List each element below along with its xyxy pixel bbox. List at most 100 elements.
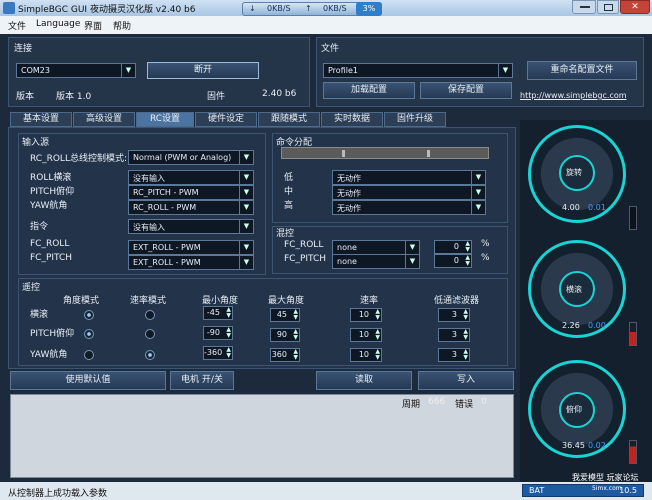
max-angle-spin[interactable]: 360 ▲ ▼ bbox=[270, 348, 300, 362]
maximize-button[interactable] bbox=[597, 0, 619, 14]
menu-file[interactable]: 文件 bbox=[8, 19, 26, 32]
col-lpf: 低通滤波器 bbox=[434, 296, 480, 306]
mix-fc-pitch-select[interactable]: none ▼ bbox=[332, 254, 420, 269]
chevron-down-icon: ▼ bbox=[239, 256, 253, 269]
max-angle-spin[interactable]: 45 ▲ ▼ bbox=[270, 308, 300, 322]
rc-mode-label: RC_ROLL总线控制模式: bbox=[30, 154, 127, 164]
menu-bar: 文件 Language 界面 帮助 bbox=[0, 16, 652, 34]
rate-mode-radio[interactable] bbox=[145, 350, 155, 360]
menu-language[interactable]: Language bbox=[36, 19, 80, 29]
net-percent: 3% bbox=[356, 2, 382, 16]
min-angle-spin[interactable]: -90 ▲ ▼ bbox=[203, 326, 233, 340]
file-title: 文件 bbox=[321, 44, 340, 54]
version-label: 版本 bbox=[16, 92, 35, 102]
remote-row-label: YAW航角 bbox=[30, 350, 68, 360]
maximize-icon bbox=[604, 4, 613, 11]
mix-fc-roll-percent[interactable]: 0 ▲ ▼ bbox=[434, 240, 472, 254]
tab-realtime[interactable]: 实时数据 bbox=[321, 112, 383, 127]
roll-input-select[interactable]: 没有输入 ▼ bbox=[128, 170, 254, 185]
fc-roll-label: FC_ROLL bbox=[30, 239, 70, 249]
profile-select[interactable]: Profile1 ▼ bbox=[323, 63, 513, 78]
mix-fc-pitch-percent[interactable]: 0 ▲ ▼ bbox=[434, 254, 472, 268]
spinner-arrows-icon: ▲ ▼ bbox=[226, 346, 231, 359]
lpf-spin[interactable]: 3 ▲ ▼ bbox=[438, 328, 470, 342]
angle-mode-radio[interactable] bbox=[84, 310, 94, 320]
roll-speed: 0.00 bbox=[588, 321, 606, 330]
disconnect-button[interactable]: 断开 bbox=[147, 62, 259, 79]
error-value: 0 bbox=[481, 397, 487, 407]
cmd-mid-label: 中 bbox=[284, 187, 294, 197]
write-button[interactable]: 写入 bbox=[418, 371, 514, 390]
minimize-button[interactable] bbox=[572, 0, 596, 14]
fc-roll-select[interactable]: EXT_ROLL - PWM ▼ bbox=[128, 240, 254, 255]
chevron-down-icon: ▼ bbox=[239, 201, 253, 214]
roll-input-label: ROLL横滚 bbox=[30, 173, 72, 183]
mix-fc-roll-select[interactable]: none ▼ bbox=[332, 240, 420, 255]
spinner-arrows-icon: ▲ ▼ bbox=[226, 326, 231, 339]
spinner-arrows-icon: ▲ ▼ bbox=[465, 240, 470, 253]
tab-follow[interactable]: 跟随模式 bbox=[258, 112, 320, 127]
read-button[interactable]: 读取 bbox=[316, 371, 412, 390]
port-value: COM23 bbox=[21, 66, 50, 75]
close-button[interactable]: ✕ bbox=[620, 0, 650, 14]
fc-pitch-select[interactable]: EXT_ROLL - PWM ▼ bbox=[128, 255, 254, 270]
mix-unit: % bbox=[481, 253, 490, 263]
pitch-input-select[interactable]: RC_PITCH - PWM ▼ bbox=[128, 185, 254, 200]
watermark: 我爱模型 玩家论坛 bbox=[572, 473, 639, 482]
version-value: 版本 1.0 bbox=[56, 92, 92, 102]
menu-help[interactable]: 帮助 bbox=[113, 19, 131, 32]
chevron-down-icon: ▼ bbox=[239, 171, 253, 184]
remote-row-label: 横滚 bbox=[30, 310, 49, 320]
load-profile-button[interactable]: 加载配置 bbox=[323, 82, 415, 99]
tab-basic[interactable]: 基本设置 bbox=[10, 112, 72, 127]
angle-mode-radio[interactable] bbox=[84, 350, 94, 360]
tab-hardware[interactable]: 硬件设定 bbox=[195, 112, 257, 127]
input-source-title: 输入源 bbox=[22, 138, 50, 148]
rename-profile-button[interactable]: 重命名配置文件 bbox=[527, 61, 637, 80]
max-angle-spin[interactable]: 90 ▲ ▼ bbox=[270, 328, 300, 342]
pitch-angle: 36.45 bbox=[562, 441, 585, 450]
command-select[interactable]: 没有输入 ▼ bbox=[128, 219, 254, 234]
website-link[interactable]: http://www.simplebgc.com bbox=[520, 91, 627, 100]
menu-view[interactable]: 界面 bbox=[84, 19, 102, 32]
speed-spin[interactable]: 10 ▲ ▼ bbox=[350, 348, 382, 362]
min-angle-spin[interactable]: -360 ▲ ▼ bbox=[203, 346, 233, 360]
tab-firmware[interactable]: 固件升级 bbox=[384, 112, 446, 127]
tab-rc[interactable]: RC设置 bbox=[136, 112, 194, 127]
tab-advanced[interactable]: 高级设置 bbox=[73, 112, 135, 127]
chevron-down-icon: ▼ bbox=[498, 64, 512, 77]
spinner-arrows-icon: ▲ ▼ bbox=[465, 254, 470, 267]
lpf-spin[interactable]: 3 ▲ ▼ bbox=[438, 348, 470, 362]
col-angle-mode: 角度模式 bbox=[63, 296, 100, 306]
yaw-level-bar bbox=[629, 206, 637, 230]
rate-mode-radio[interactable] bbox=[145, 310, 155, 320]
lpf-spin[interactable]: 3 ▲ ▼ bbox=[438, 308, 470, 322]
rate-mode-radio[interactable] bbox=[145, 329, 155, 339]
cmd-mid-select[interactable]: 无动作 ▼ bbox=[332, 185, 486, 200]
cmd-high-select[interactable]: 无动作 ▼ bbox=[332, 200, 486, 215]
use-defaults-button[interactable]: 使用默认值 bbox=[10, 371, 166, 390]
motor-toggle-button[interactable]: 电机 开/关 bbox=[170, 371, 234, 390]
roll-level-bar bbox=[629, 322, 637, 346]
pitch-input-label: PITCH俯仰 bbox=[30, 187, 75, 197]
close-icon: ✕ bbox=[631, 2, 639, 12]
cmd-low-select[interactable]: 无动作 ▼ bbox=[332, 170, 486, 185]
slider-marker-low bbox=[342, 150, 345, 157]
min-angle-spin[interactable]: -45 ▲ ▼ bbox=[203, 306, 233, 320]
roll-angle: 2.26 bbox=[562, 321, 580, 330]
yaw-input-label: YAW航角 bbox=[30, 201, 68, 211]
speed-spin[interactable]: 10 ▲ ▼ bbox=[350, 308, 382, 322]
col-speed: 速率 bbox=[360, 296, 379, 306]
status-message: 从控制器上成功载入参数 bbox=[8, 489, 108, 499]
save-profile-button[interactable]: 保存配置 bbox=[420, 82, 512, 99]
col-min-angle: 最小角度 bbox=[202, 296, 239, 306]
firmware-value: 2.40 b6 bbox=[262, 89, 297, 99]
yaw-input-select[interactable]: RC_ROLL - PWM ▼ bbox=[128, 200, 254, 215]
download-arrow-icon: ↓ bbox=[249, 4, 256, 13]
rc-mode-select[interactable]: Normal (PWM or Analog) ▼ bbox=[128, 150, 254, 165]
remote-row-label: PITCH俯仰 bbox=[30, 329, 75, 339]
command-slider[interactable] bbox=[281, 147, 489, 159]
angle-mode-radio[interactable] bbox=[84, 329, 94, 339]
speed-spin[interactable]: 10 ▲ ▼ bbox=[350, 328, 382, 342]
port-select[interactable]: COM23 ▼ bbox=[16, 63, 136, 78]
